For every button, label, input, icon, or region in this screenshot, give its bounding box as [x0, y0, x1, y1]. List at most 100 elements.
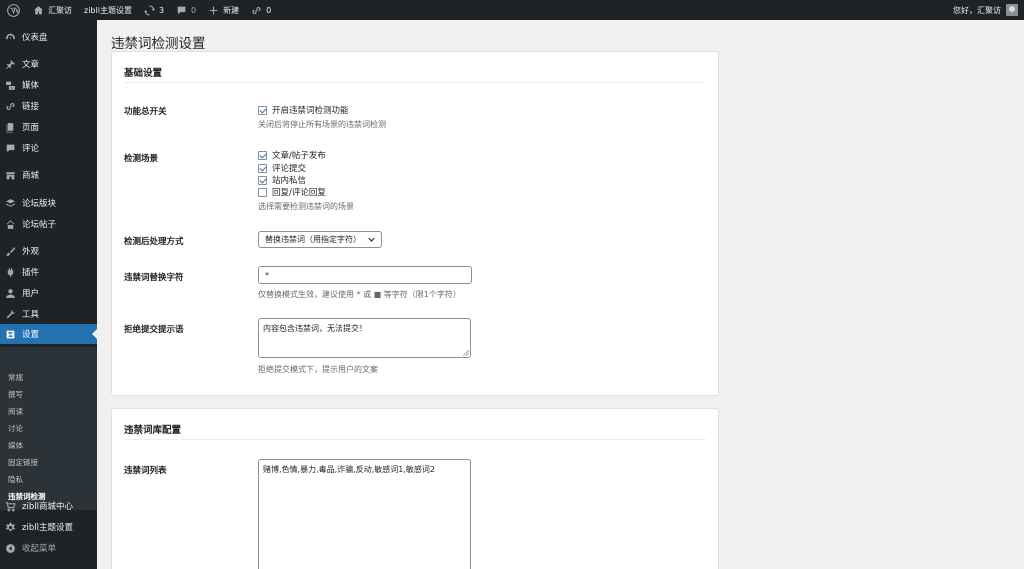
- gear-icon: [6, 522, 15, 531]
- master-switch-desc: 关闭后将停止所有场景的违禁词检测: [258, 120, 386, 129]
- theme-settings-link[interactable]: zibll主题设置: [78, 0, 138, 20]
- new-label: 新建: [223, 5, 240, 15]
- theme-settings-label: zibll主题设置: [84, 5, 132, 15]
- scene-checkbox-replies[interactable]: 回复/评论回复: [258, 186, 326, 198]
- comment-icon: [6, 144, 15, 152]
- sidebar-item-tools[interactable]: 工具: [0, 304, 97, 324]
- checkbox-checked[interactable]: [258, 105, 267, 115]
- dashboard-icon: [6, 33, 15, 40]
- sidebar-item-forum-posts[interactable]: 论坛帖子: [0, 214, 97, 234]
- replace-char-desc: 仅替换模式生效，建议使用 * 或 ■ 等字符（限1个字符）: [258, 290, 461, 299]
- cart-icon: [5, 501, 16, 511]
- submenu-discussion[interactable]: 讨论: [8, 423, 23, 434]
- admin-sidebar: 仪表盘 文章 媒体 链接 页面 评论 商城 论坛版块 论坛帖子 外观 插件 用户…: [0, 20, 97, 569]
- sidebar-item-label: 仪表盘: [22, 33, 48, 43]
- submenu-permalinks[interactable]: 固定链接: [8, 457, 38, 468]
- word-library-title: 违禁词库配置: [124, 425, 182, 436]
- sidebar-item-posts[interactable]: 文章: [0, 54, 97, 74]
- comments-count: 0: [191, 5, 197, 15]
- sidebar-item-zibll-theme-settings[interactable]: zibll主题设置: [0, 517, 97, 537]
- user-icon: [6, 288, 15, 298]
- settings-icon: [6, 330, 15, 338]
- sidebar-item-label: 商城: [22, 171, 40, 181]
- sidebar-item-label: 外观: [22, 247, 40, 257]
- submenu-general[interactable]: 常规: [8, 372, 23, 383]
- chevron-down-icon: [368, 237, 375, 242]
- my-account-link[interactable]: 您好，汇聚访: [947, 0, 1024, 20]
- checkbox-checked[interactable]: [258, 150, 267, 160]
- sidebar-item-media[interactable]: 媒体: [0, 75, 97, 95]
- sidebar-item-label: 链接: [22, 102, 40, 112]
- word-list-label: 违禁词列表: [124, 466, 167, 476]
- pages-icon: [6, 122, 14, 132]
- comments-link[interactable]: 0: [170, 0, 202, 20]
- sidebar-item-label: zibll主题设置: [22, 523, 73, 533]
- checkbox-unchecked[interactable]: [258, 187, 267, 197]
- sidebar-item-comments[interactable]: 评论: [0, 138, 97, 158]
- basic-settings-title: 基础设置: [124, 68, 163, 79]
- resize-handle-icon[interactable]: [463, 350, 469, 356]
- submenu-media[interactable]: 媒体: [8, 440, 23, 451]
- sidebar-item-shop[interactable]: 商城: [0, 165, 97, 185]
- collapse-menu-label: 收起菜单: [22, 544, 57, 554]
- layers-icon: [6, 198, 15, 207]
- wordpress-logo-button[interactable]: [0, 0, 27, 20]
- links-link[interactable]: 0: [245, 0, 277, 20]
- submenu-writing[interactable]: 撰写: [8, 389, 23, 400]
- sidebar-item-pages[interactable]: 页面: [0, 117, 97, 137]
- plus-icon: [209, 6, 218, 14]
- scenes-label: 检测场景: [124, 154, 159, 164]
- checkbox-label: 评论提交: [272, 164, 307, 174]
- action-select[interactable]: 替换违禁词（用指定字符）: [258, 231, 382, 248]
- scenes-desc: 选择需要检测违禁词的场景: [258, 202, 354, 211]
- sidebar-item-label: 设置: [22, 330, 40, 340]
- collapse-icon: [6, 543, 15, 553]
- sidebar-item-label: 文章: [22, 60, 40, 70]
- sidebar-item-forum-sections[interactable]: 论坛版块: [0, 193, 97, 213]
- checkbox-label: 开启违禁词检测功能: [272, 106, 349, 116]
- reject-message-textarea[interactable]: 内容包含违禁词，无法提交！: [258, 318, 471, 358]
- sidebar-item-label: zibll商城中心: [22, 502, 73, 512]
- sidebar-item-zibll-shop-center[interactable]: zibll商城中心: [0, 496, 97, 516]
- submenu-reading[interactable]: 阅读: [8, 406, 23, 417]
- scene-checkbox-posts[interactable]: 文章/帖子发布: [258, 149, 326, 161]
- replace-char-input[interactable]: *: [258, 266, 472, 284]
- action-select-value: 替换违禁词（用指定字符）: [265, 235, 361, 244]
- sidebar-item-links[interactable]: 链接: [0, 96, 97, 116]
- updates-link[interactable]: 3: [138, 0, 170, 20]
- divider: [124, 82, 706, 83]
- master-switch-label: 功能总开关: [124, 107, 167, 117]
- master-switch-checkbox[interactable]: 开启违禁词检测功能: [258, 104, 349, 116]
- reject-message-value: 内容包含违禁词，无法提交！: [263, 324, 367, 333]
- word-list-textarea[interactable]: 赌博,色情,暴力,毒品,诈骗,反动,敏感词1,敏感词2: [258, 459, 471, 569]
- sidebar-item-users[interactable]: 用户: [0, 283, 97, 303]
- links-count: 0: [266, 5, 272, 15]
- sidebar-item-appearance[interactable]: 外观: [0, 241, 97, 261]
- checkbox-checked[interactable]: [258, 163, 267, 173]
- scene-checkbox-messages[interactable]: 站内私信: [258, 174, 306, 186]
- site-name-link[interactable]: 汇聚访: [27, 0, 78, 20]
- sidebar-item-settings[interactable]: 设置: [0, 324, 97, 344]
- sidebar-item-label: 插件: [22, 268, 40, 278]
- checkbox-checked[interactable]: [258, 175, 267, 185]
- sidebar-item-label: 工具: [22, 310, 40, 320]
- greeting: 您好，汇聚访: [953, 5, 1001, 15]
- checkbox-label: 文章/帖子发布: [272, 151, 326, 161]
- scene-checkbox-comments[interactable]: 评论提交: [258, 162, 306, 174]
- basic-settings-card: 基础设置 功能总开关 开启违禁词检测功能 关闭后将停止所有场景的违禁词检测 检测…: [111, 51, 719, 396]
- avatar: [1006, 4, 1018, 16]
- sidebar-item-label: 评论: [22, 144, 40, 154]
- new-content-link[interactable]: 新建: [202, 0, 245, 20]
- sidebar-item-plugins[interactable]: 插件: [0, 262, 97, 282]
- page-title: 违禁词检测设置: [111, 36, 206, 52]
- replace-char-label: 违禁词替换字符: [124, 273, 184, 283]
- submenu-privacy[interactable]: 隐私: [8, 474, 23, 485]
- reject-message-desc: 拒绝提交模式下，提示用户的文案: [258, 365, 378, 374]
- collapse-menu-button[interactable]: 收起菜单: [0, 538, 97, 558]
- site-name: 汇聚访: [48, 5, 72, 15]
- action-label: 检测后处理方式: [124, 237, 184, 247]
- sidebar-item-dashboard[interactable]: 仪表盘: [0, 27, 97, 47]
- updates-count: 3: [158, 5, 165, 15]
- media-icon: [6, 81, 15, 90]
- wordpress-icon: [7, 3, 20, 17]
